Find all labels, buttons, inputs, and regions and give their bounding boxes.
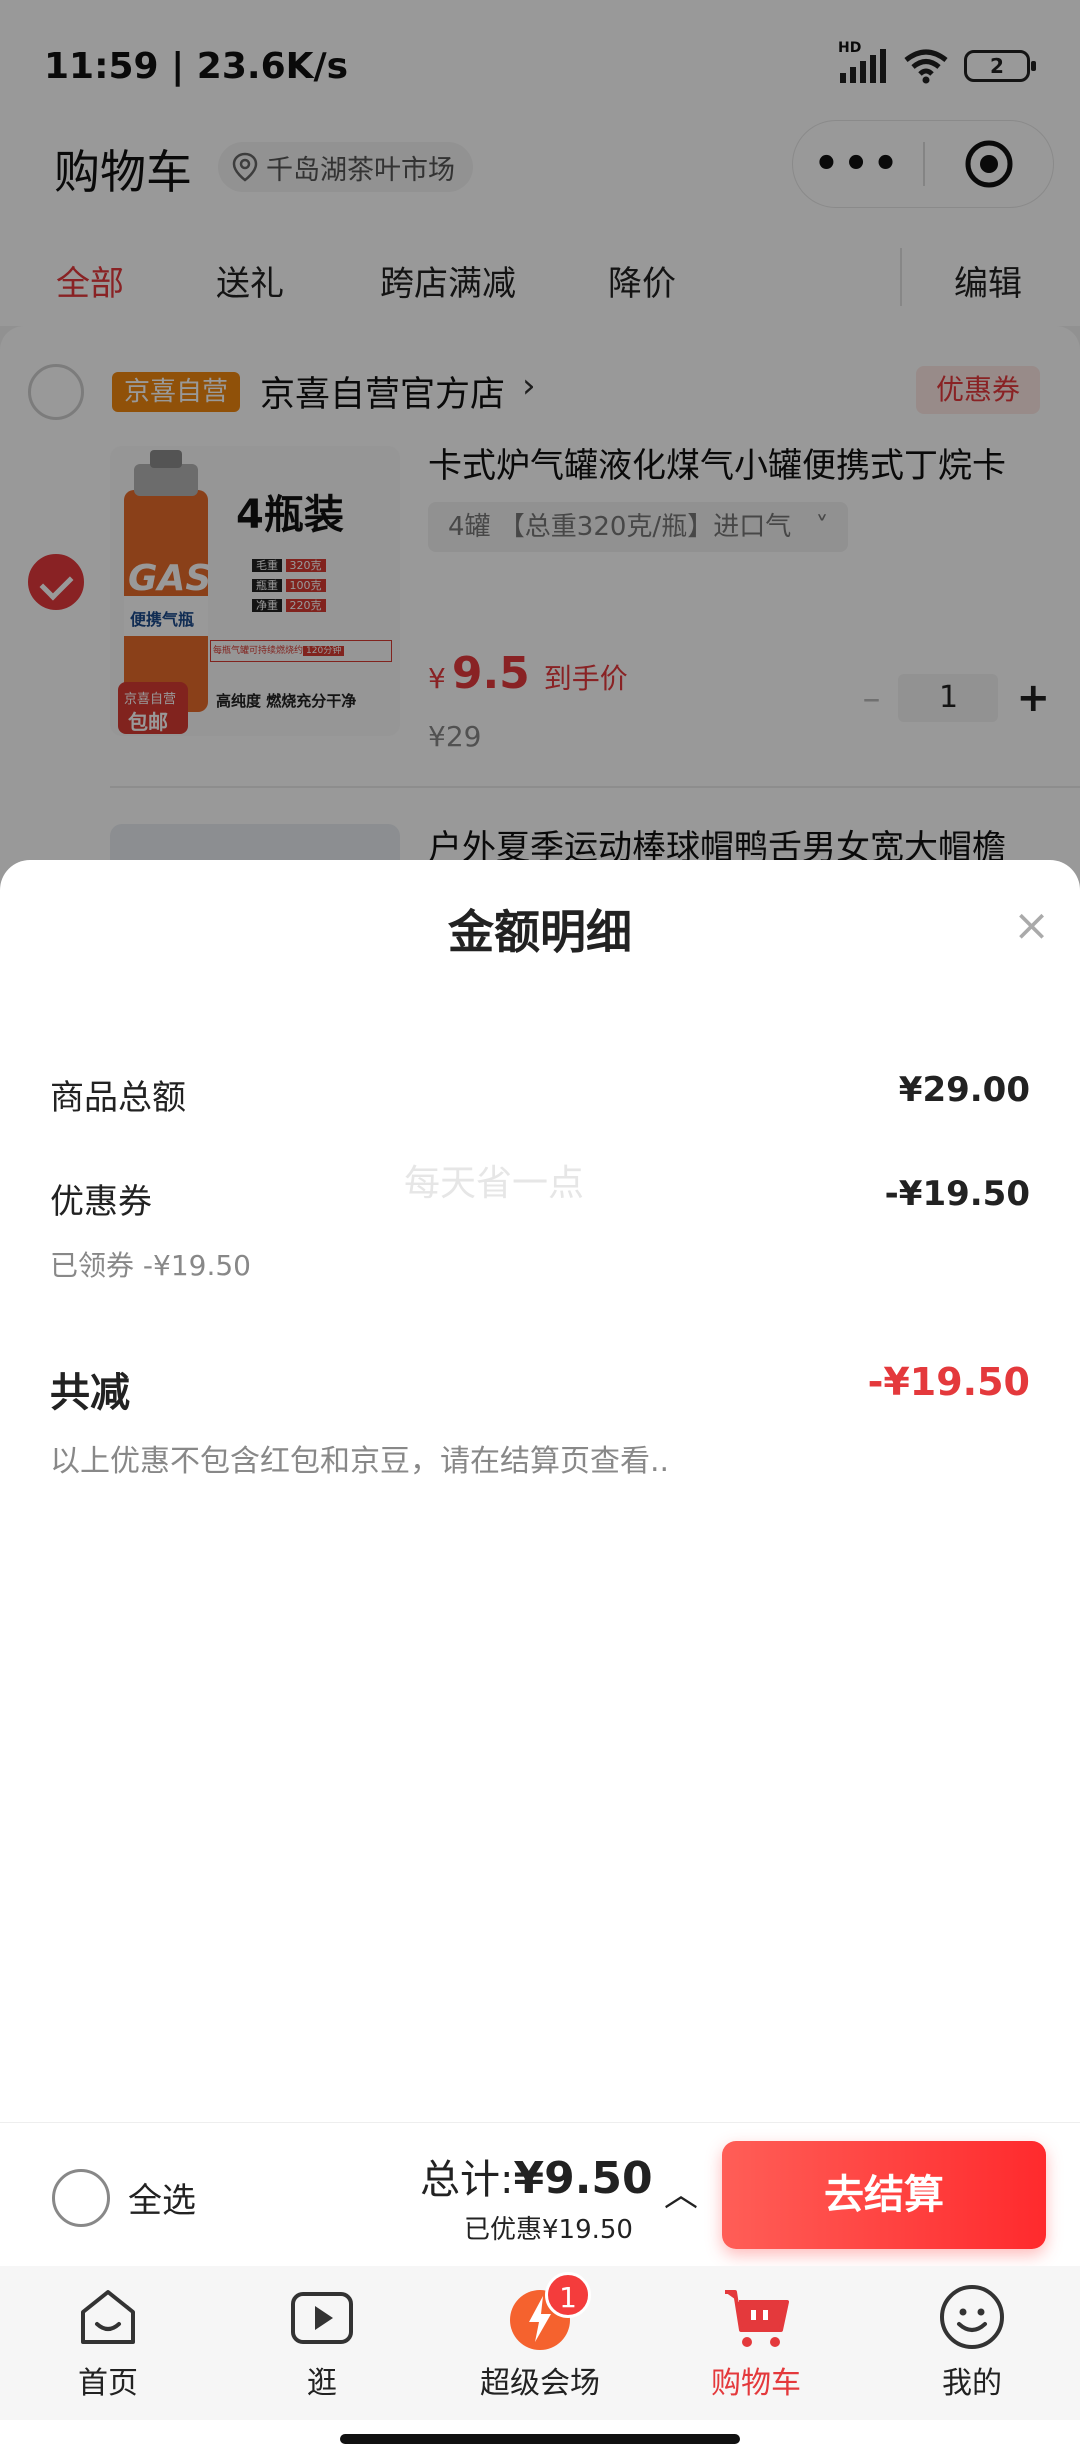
home-icon [73, 2282, 143, 2352]
profile-icon [937, 2282, 1007, 2352]
watermark: 每天省一点 [404, 1163, 585, 1204]
nav-profile[interactable]: 我的 [872, 2282, 1072, 2402]
total-discount-value: -¥19.50 [867, 1360, 1030, 1404]
nav-home[interactable]: 首页 [8, 2282, 208, 2402]
coupon-note: 已领券 -¥19.50 [50, 1249, 251, 1282]
saved-summary: 已优惠¥19.50 [464, 2215, 633, 2245]
select-all-label[interactable]: 全选 [128, 2173, 196, 2222]
sheet-title: 金额明细 [448, 905, 632, 959]
nav-label: 逛 [307, 2366, 337, 2401]
coupon-value: -¥19.50 [884, 1174, 1030, 1214]
venue-icon: 1 [505, 2272, 591, 2352]
cart-icon [721, 2282, 791, 2352]
nav-browse[interactable]: 逛 [222, 2282, 422, 2402]
total-label: 总计: [420, 2157, 514, 2203]
video-icon [287, 2282, 357, 2352]
nav-cart[interactable]: 购物车 [656, 2282, 856, 2402]
total-discount-label: 共减 [50, 1370, 130, 1416]
coupon-label: 优惠券 [50, 1182, 152, 1222]
goods-total-label: 商品总额 [50, 1078, 186, 1118]
total-value: ¥9.50 [513, 2153, 653, 2204]
total-summary: 总计:¥9.50 [420, 2147, 653, 2205]
nav-label: 我的 [942, 2366, 1002, 2401]
close-icon[interactable]: × [1013, 900, 1050, 951]
nav-super-venue[interactable]: 1 超级会场 [440, 2272, 640, 2402]
home-indicator[interactable] [340, 2434, 740, 2444]
nav-label: 购物车 [711, 2366, 801, 2401]
chevron-up-icon[interactable]: ︿ [664, 2167, 698, 2216]
checkout-bar: 全选 总计:¥9.50 已优惠¥19.50 ︿ 去结算 [0, 2122, 1080, 2266]
bottom-nav: 首页 逛 1 超级会场 购物车 我的 [0, 2266, 1080, 2420]
notification-badge: 1 [545, 2272, 591, 2318]
checkout-button[interactable]: 去结算 [722, 2141, 1046, 2249]
nav-label: 超级会场 [480, 2366, 600, 2401]
select-all-checkbox[interactable] [52, 2169, 110, 2227]
discount-footnote: 以上优惠不包含红包和京豆，请在结算页查看.. [50, 1444, 670, 1479]
nav-label: 首页 [78, 2366, 138, 2401]
goods-total-value: ¥29.00 [898, 1070, 1030, 1110]
